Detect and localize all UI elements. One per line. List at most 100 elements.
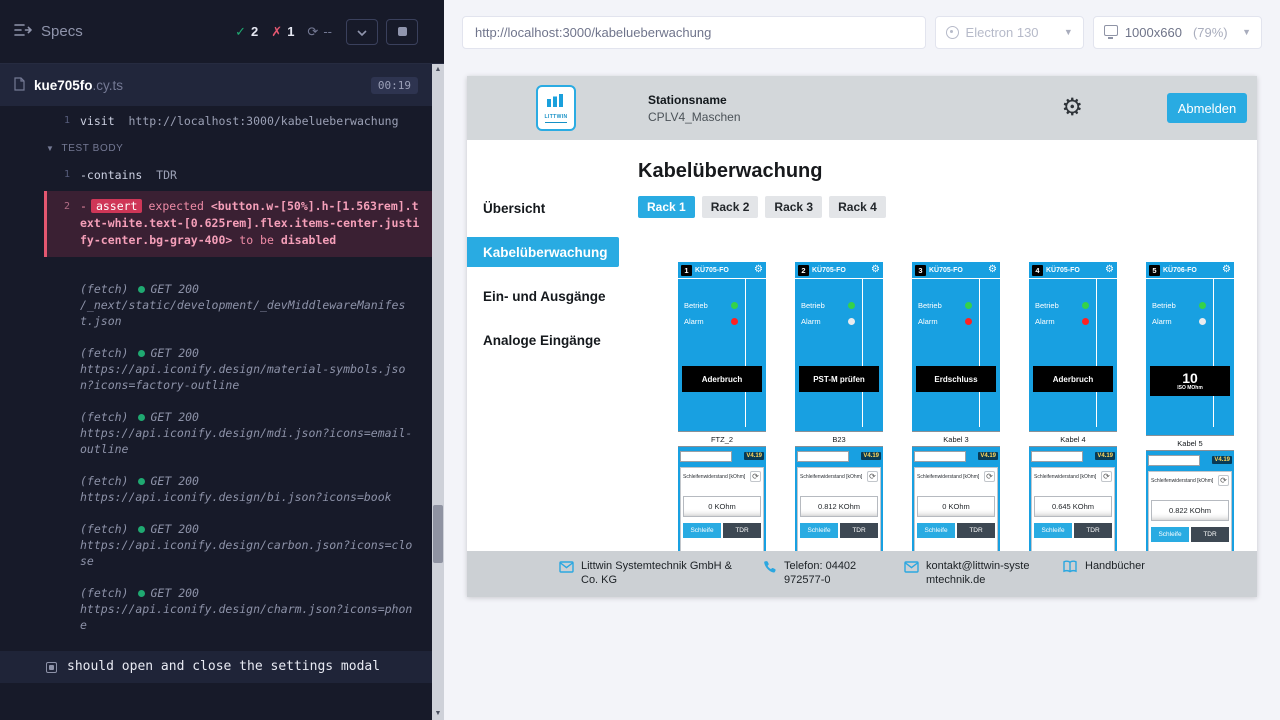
stop-button[interactable] — [386, 19, 418, 45]
fetch-log-entry[interactable]: (fetch)GET 200 https://api.iconify.desig… — [0, 401, 432, 465]
resistance-label: Schleifenwiderstand [kOhm] — [917, 474, 979, 480]
card-divider — [1096, 279, 1097, 427]
spec-name: kue705fo — [34, 78, 93, 93]
runner-panel: http://localhost:3000/kabelueberwachung … — [444, 0, 1280, 720]
tdr-button[interactable]: TDR — [723, 523, 761, 538]
rack-tab[interactable]: Rack 1 — [638, 196, 695, 218]
card-number: 1 — [681, 265, 692, 276]
app-header: LITTWIN Stationsname CPLV4_Maschen ⚙ Abm… — [467, 76, 1257, 140]
pending-count: ⟳-- — [307, 24, 332, 40]
command-log: 1 visit http://localhost:3000/kabelueber… — [0, 106, 432, 683]
schleife-button[interactable]: Schleife — [917, 523, 955, 538]
version-field — [914, 451, 966, 462]
fetch-method: GET — [150, 586, 171, 600]
refresh-icon[interactable]: ⟳ — [1218, 475, 1229, 486]
alarm-row: Alarm — [684, 317, 738, 326]
cypress-reporter: Specs ✓2 ✗1 ⟳-- kue705fo.cy.ts 00:19 1 v… — [0, 0, 432, 720]
sidebar-item[interactable]: Kabelüberwachung — [467, 237, 619, 267]
refresh-icon[interactable]: ⟳ — [867, 471, 878, 482]
rack-tab[interactable]: Rack 2 — [702, 196, 759, 218]
cable-label: Kabel 5 — [1146, 435, 1234, 451]
device-card: 4 KÜ705-FO ⚙ Betrieb Alarm Aderbruch Kab… — [1029, 262, 1117, 562]
scroll-up-arrow-icon[interactable]: ▲ — [432, 64, 444, 76]
visit-command[interactable]: 1 visit http://localhost:3000/kabelueber… — [0, 110, 432, 132]
betrieb-led — [1199, 302, 1206, 309]
page-title: Kabelüberwachung — [638, 160, 1257, 183]
tdr-button[interactable]: TDR — [1074, 523, 1112, 538]
footer-manuals[interactable]: Handbücher — [1062, 560, 1145, 578]
gear-icon[interactable]: ⚙ — [754, 265, 763, 275]
card-divider — [979, 279, 980, 427]
footer-phone: Telefon: 04402 972577-0 — [763, 560, 880, 588]
tdr-button[interactable]: TDR — [957, 523, 995, 538]
resistance-value: 0 KOhm — [683, 496, 761, 517]
specs-button[interactable]: Specs — [14, 23, 83, 41]
test-body-section[interactable]: ▼ TEST BODY — [0, 132, 432, 164]
firmware-version: V4.19 — [978, 452, 998, 460]
command-message: TDR — [156, 168, 177, 182]
tdr-button[interactable]: TDR — [1191, 527, 1229, 542]
mail-icon — [904, 560, 919, 588]
refresh-icon[interactable]: ⟳ — [984, 471, 995, 482]
mail-icon — [559, 560, 574, 588]
fetch-log-entry[interactable]: (fetch)GET 200 /_next/static/development… — [0, 273, 432, 337]
device-card: 2 KÜ705-FO ⚙ Betrieb Alarm PST-M prüfen … — [795, 262, 883, 562]
reporter-header: Specs ✓2 ✗1 ⟳-- — [0, 0, 432, 64]
cable-label: Kabel 4 — [1029, 431, 1117, 447]
viewport-select[interactable]: 1000x660 (79%) ▼ — [1093, 16, 1262, 49]
contains-command[interactable]: 1 -contains TDR — [0, 164, 432, 186]
url-bar[interactable]: http://localhost:3000/kabelueberwachung — [462, 16, 926, 49]
gear-icon[interactable]: ⚙ — [1105, 265, 1114, 275]
cable-label: B23 — [795, 431, 883, 447]
status-dot-icon — [138, 478, 145, 485]
gear-icon[interactable]: ⚙ — [988, 265, 997, 275]
alarm-led — [965, 318, 972, 325]
fetch-log-entry[interactable]: (fetch)GET 200 https://api.iconify.desig… — [0, 465, 432, 513]
rack-tab[interactable]: Rack 3 — [765, 196, 822, 218]
card-number: 5 — [1149, 265, 1160, 276]
version-row: V4.19 — [1029, 449, 1117, 463]
scroll-down-arrow-icon[interactable]: ▼ — [432, 708, 444, 720]
refresh-icon[interactable]: ⟳ — [1101, 471, 1112, 482]
sidebar-item[interactable]: Ein- und Ausgänge — [467, 274, 622, 318]
fetch-log-entry[interactable]: (fetch)GET 200 https://api.iconify.desig… — [0, 577, 432, 641]
collapse-button[interactable] — [346, 19, 378, 45]
browser-select[interactable]: Electron 130 ▼ — [935, 16, 1084, 49]
status-dot-icon — [138, 526, 145, 533]
firmware-version: V4.19 — [1095, 452, 1115, 460]
schleife-button[interactable]: Schleife — [683, 523, 721, 538]
firmware-version: V4.19 — [744, 452, 764, 460]
schleife-button[interactable]: Schleife — [1034, 523, 1072, 538]
sidebar-item[interactable]: Analoge Eingänge — [467, 318, 622, 362]
schleife-button[interactable]: Schleife — [1151, 527, 1189, 542]
sidebar-item[interactable]: Übersicht — [467, 186, 622, 230]
schleife-button[interactable]: Schleife — [800, 523, 838, 538]
tdr-button[interactable]: TDR — [840, 523, 878, 538]
fetch-log-entry[interactable]: (fetch)GET 200 https://api.iconify.desig… — [0, 513, 432, 577]
fetch-method: GET — [150, 282, 171, 296]
version-field — [1148, 455, 1200, 466]
reporter-scrollbar[interactable]: ▲ ▼ — [432, 64, 444, 720]
logout-button[interactable]: Abmelden — [1167, 93, 1247, 123]
status-text: Aderbruch — [1034, 375, 1112, 384]
version-field — [1031, 451, 1083, 462]
reporter-actions — [346, 19, 418, 45]
scrollbar-thumb[interactable] — [433, 505, 443, 563]
viewport-icon — [1104, 25, 1118, 36]
rack-tab[interactable]: Rack 4 — [829, 196, 886, 218]
gear-icon[interactable]: ⚙ — [1222, 265, 1231, 275]
failed-assert-command[interactable]: 2 -assertexpected <button.w-[50%].h-[1.5… — [44, 191, 432, 257]
fetch-log-entry[interactable]: (fetch)GET 200 https://api.iconify.desig… — [0, 337, 432, 401]
refresh-icon[interactable]: ⟳ — [750, 471, 761, 482]
next-test-title[interactable]: should open and close the settings modal — [0, 651, 432, 683]
fetch-method: GET — [150, 410, 171, 424]
resistance-value: 0.822 KOhm — [1151, 500, 1229, 521]
status-box: 10 ISO MOhm — [1150, 366, 1230, 396]
gear-icon[interactable]: ⚙ — [871, 265, 880, 275]
resistance-value: 0.812 KOhm — [800, 496, 878, 517]
spec-header[interactable]: kue705fo.cy.ts 00:19 — [0, 64, 432, 106]
settings-gear-icon[interactable]: ⚙ — [1061, 96, 1083, 120]
betrieb-led — [965, 302, 972, 309]
alarm-row: Alarm — [1152, 317, 1206, 326]
status-dot-icon — [138, 286, 145, 293]
